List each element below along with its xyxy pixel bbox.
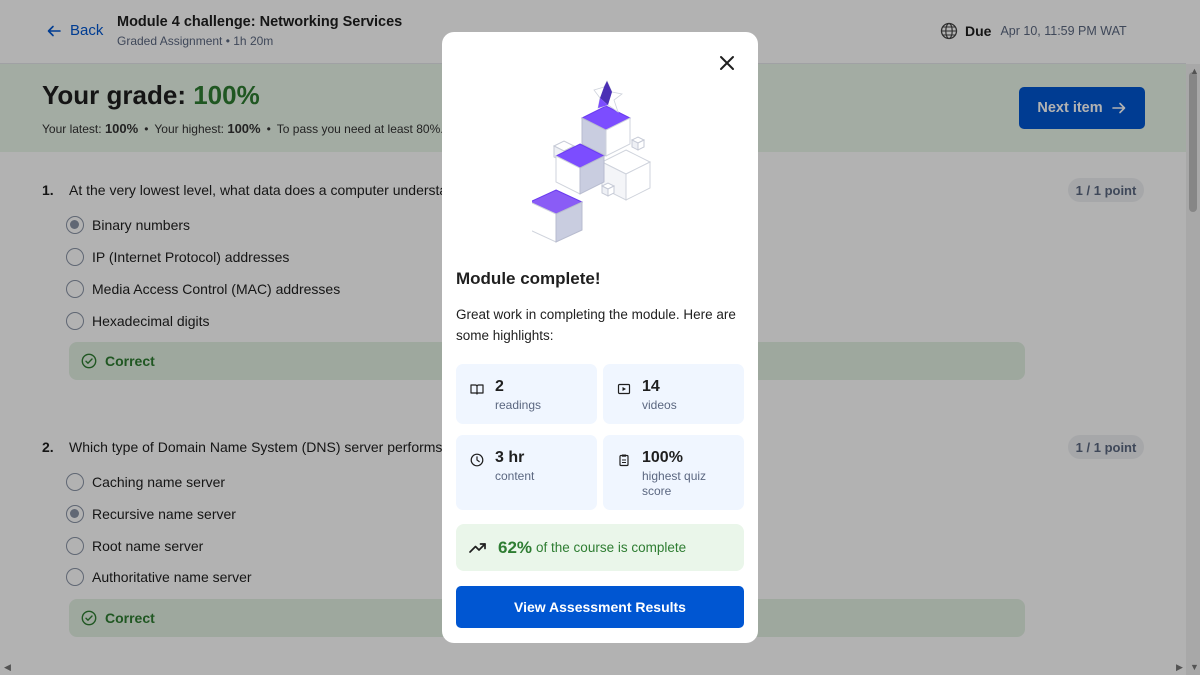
stat-number: 100%: [642, 449, 683, 466]
stat-label: content: [495, 469, 535, 483]
module-complete-dialog: Module complete! Great work in completin…: [442, 32, 758, 643]
course-progress: 62% of the course is complete: [456, 524, 744, 571]
stat-videos: 14 videos: [603, 364, 744, 424]
modal-description: Great work in completing the module. Her…: [456, 307, 736, 343]
book-icon: [470, 384, 484, 395]
clipboard-icon: [619, 454, 629, 467]
video-icon: [617, 383, 631, 395]
stat-number: 2: [495, 378, 504, 395]
trending-up-icon: [469, 542, 486, 553]
stat-label: videos: [642, 398, 677, 412]
stat-label: highest quiz score: [642, 469, 707, 498]
cubes-illustration-icon: [532, 80, 652, 243]
stat-readings: 2 readings: [456, 364, 597, 424]
modal-title: Module complete!: [456, 269, 601, 288]
progress-text: of the course is complete: [536, 540, 687, 555]
stat-number: 3 hr: [495, 449, 525, 466]
clock-icon: [470, 453, 484, 467]
progress-percent: 62%: [498, 537, 533, 557]
close-icon[interactable]: [718, 54, 736, 72]
view-assessment-results-button[interactable]: View Assessment Results: [456, 586, 744, 628]
stat-number: 14: [642, 378, 660, 395]
stat-label: readings: [495, 398, 542, 412]
stat-content: 3 hr content: [456, 435, 597, 510]
stat-quiz-score: 100% highest quiz score: [603, 435, 744, 510]
